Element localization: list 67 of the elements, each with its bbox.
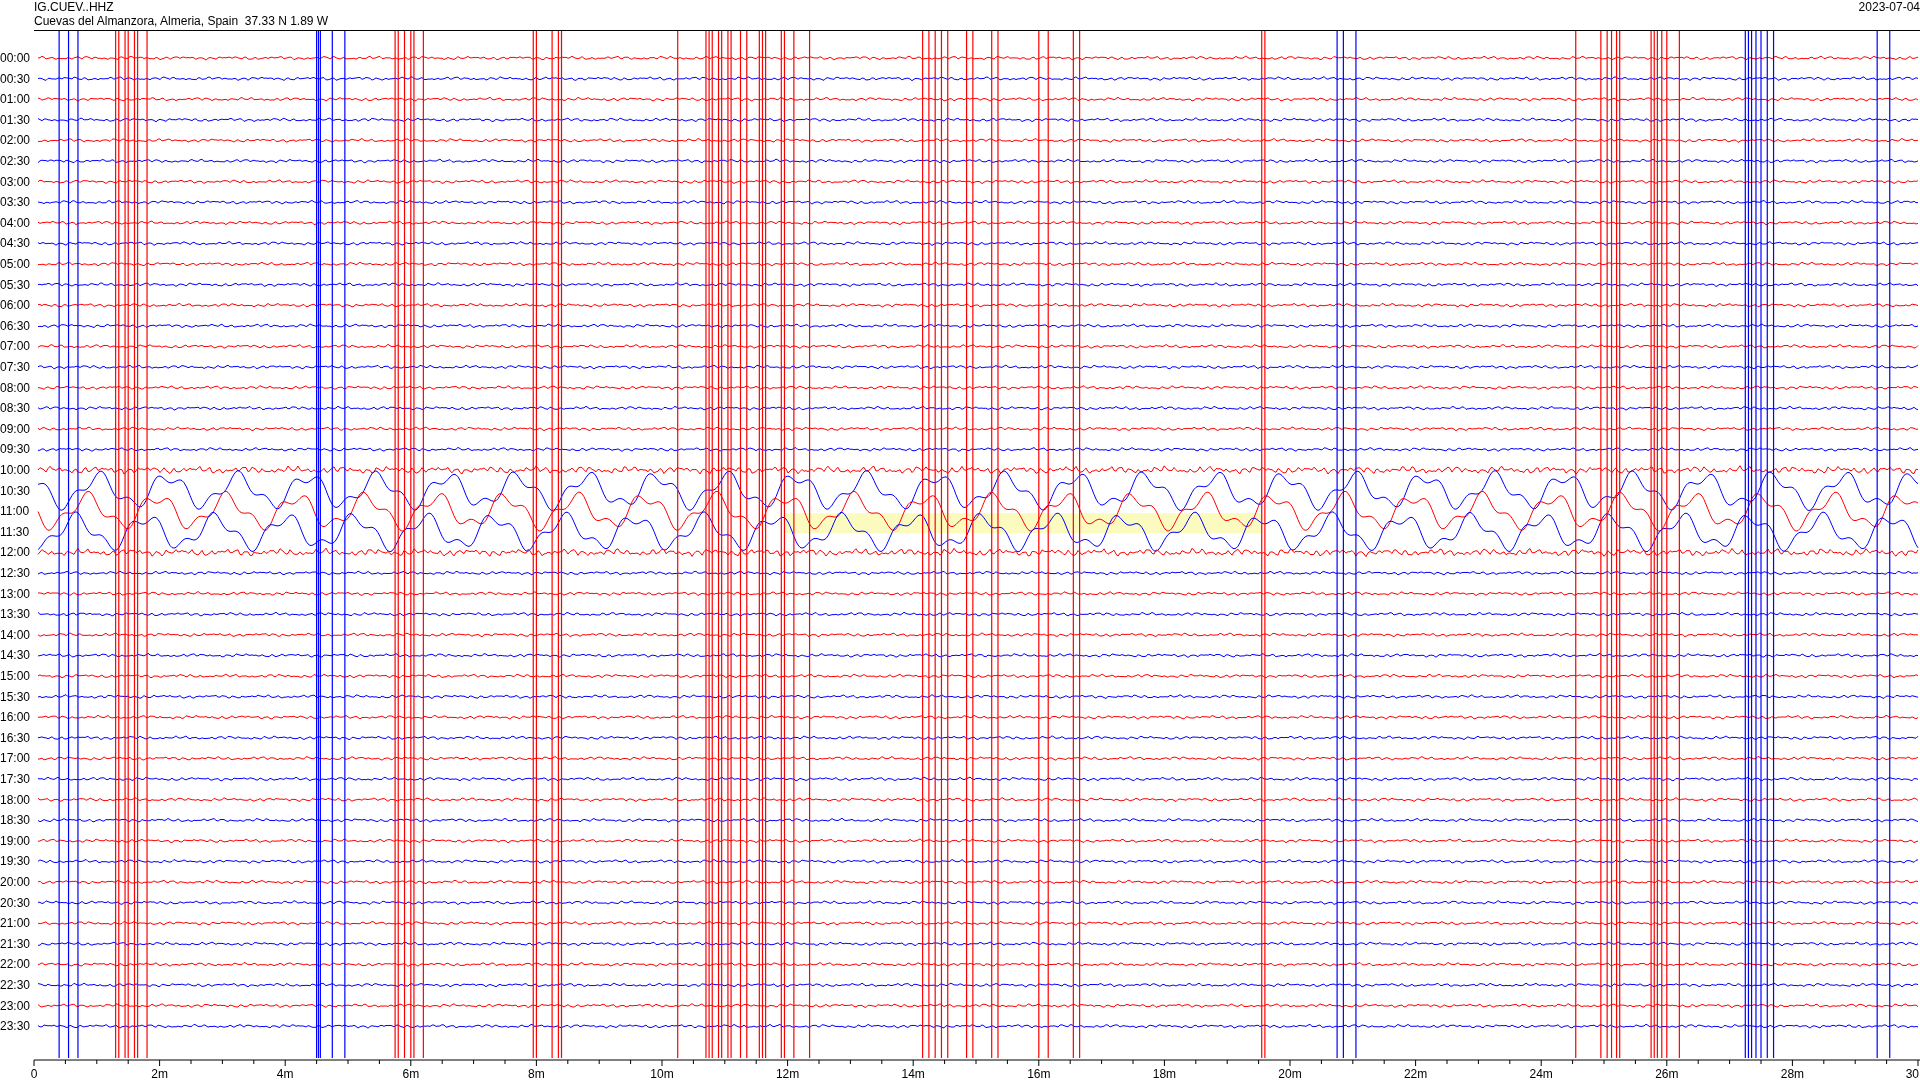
time-label: 05:30 [0,277,31,292]
time-label: 13:30 [0,607,31,622]
time-label: 15:00 [0,669,31,683]
plot-date: 2023-07-04 [1858,0,1920,14]
time-label: 09:30 [0,442,31,457]
time-label: 07:30 [0,360,31,374]
axis-label: 22m [1403,1067,1428,1080]
time-label: 08:30 [0,401,31,416]
time-label: 08:00 [0,380,31,395]
station-code: IG.CUEV..HHZ [34,0,114,14]
time-label: 11:30 [0,524,30,539]
time-label: 14:00 [0,627,31,642]
axis-label: 16m [1027,1067,1051,1080]
axis-label: 26m [1655,1067,1679,1080]
axis-label: 28m [1780,1067,1805,1080]
time-label: 20:00 [0,875,31,889]
axis-label: 12m [775,1067,800,1080]
time-label: 19:00 [0,833,31,848]
axis-label: 6m [402,1067,420,1080]
time-label: 04:30 [0,236,31,251]
axis-label: 14m [901,1067,925,1080]
time-label: 23:00 [0,998,31,1013]
time-label: 00:00 [0,51,31,65]
time-label: 21:30 [0,936,31,951]
time-label: 22:00 [0,957,31,972]
time-label: 11:00 [0,504,30,519]
time-label: 09:00 [0,421,31,436]
time-label: 15:30 [0,689,31,704]
time-label: 14:30 [0,648,31,663]
time-label: 10:30 [0,483,31,498]
time-label: 17:30 [0,772,31,786]
time-label: 00:30 [0,71,31,86]
time-label: 01:30 [0,112,31,127]
axis-label: 0 [30,1067,38,1080]
axis-label: 4m [276,1067,294,1080]
time-label: 02:30 [0,154,31,168]
time-label: 06:30 [0,318,31,333]
axis-label: 2m [151,1067,168,1080]
axis-label: 10m [650,1067,674,1080]
station-location: Cuevas del Almanzora, Almeria, Spain 37.33 N 1.89 W [34,14,329,28]
axis-label: 24m [1529,1067,1553,1080]
time-label: 18:30 [0,813,31,828]
time-label: 04:00 [0,215,31,230]
time-label: 05:00 [0,257,31,271]
time-label: 23:30 [0,1019,31,1034]
time-label: 18:00 [0,792,31,807]
time-label: 17:00 [0,751,31,766]
time-label: 16:30 [0,730,31,745]
time-label: 01:00 [0,92,31,107]
time-label: 12:30 [0,566,31,580]
time-label: 10:00 [0,463,31,477]
time-label: 13:00 [0,586,31,601]
time-label: 12:00 [0,545,31,560]
axis-label: 30 [1905,1067,1919,1080]
time-label: 06:00 [0,298,31,313]
time-label: 03:00 [0,174,31,189]
time-label: 22:30 [0,978,31,992]
axis-label: 20m [1278,1067,1302,1080]
axis-label: 18m [1152,1067,1177,1080]
time-label: 02:00 [0,133,31,148]
time-label: 03:30 [0,195,31,210]
time-label: 19:30 [0,854,31,869]
time-label: 20:30 [0,895,31,910]
time-label: 16:00 [0,710,31,725]
axis-label: 8m [528,1067,545,1080]
time-label: 21:00 [0,916,31,931]
time-label: 07:00 [0,339,31,354]
